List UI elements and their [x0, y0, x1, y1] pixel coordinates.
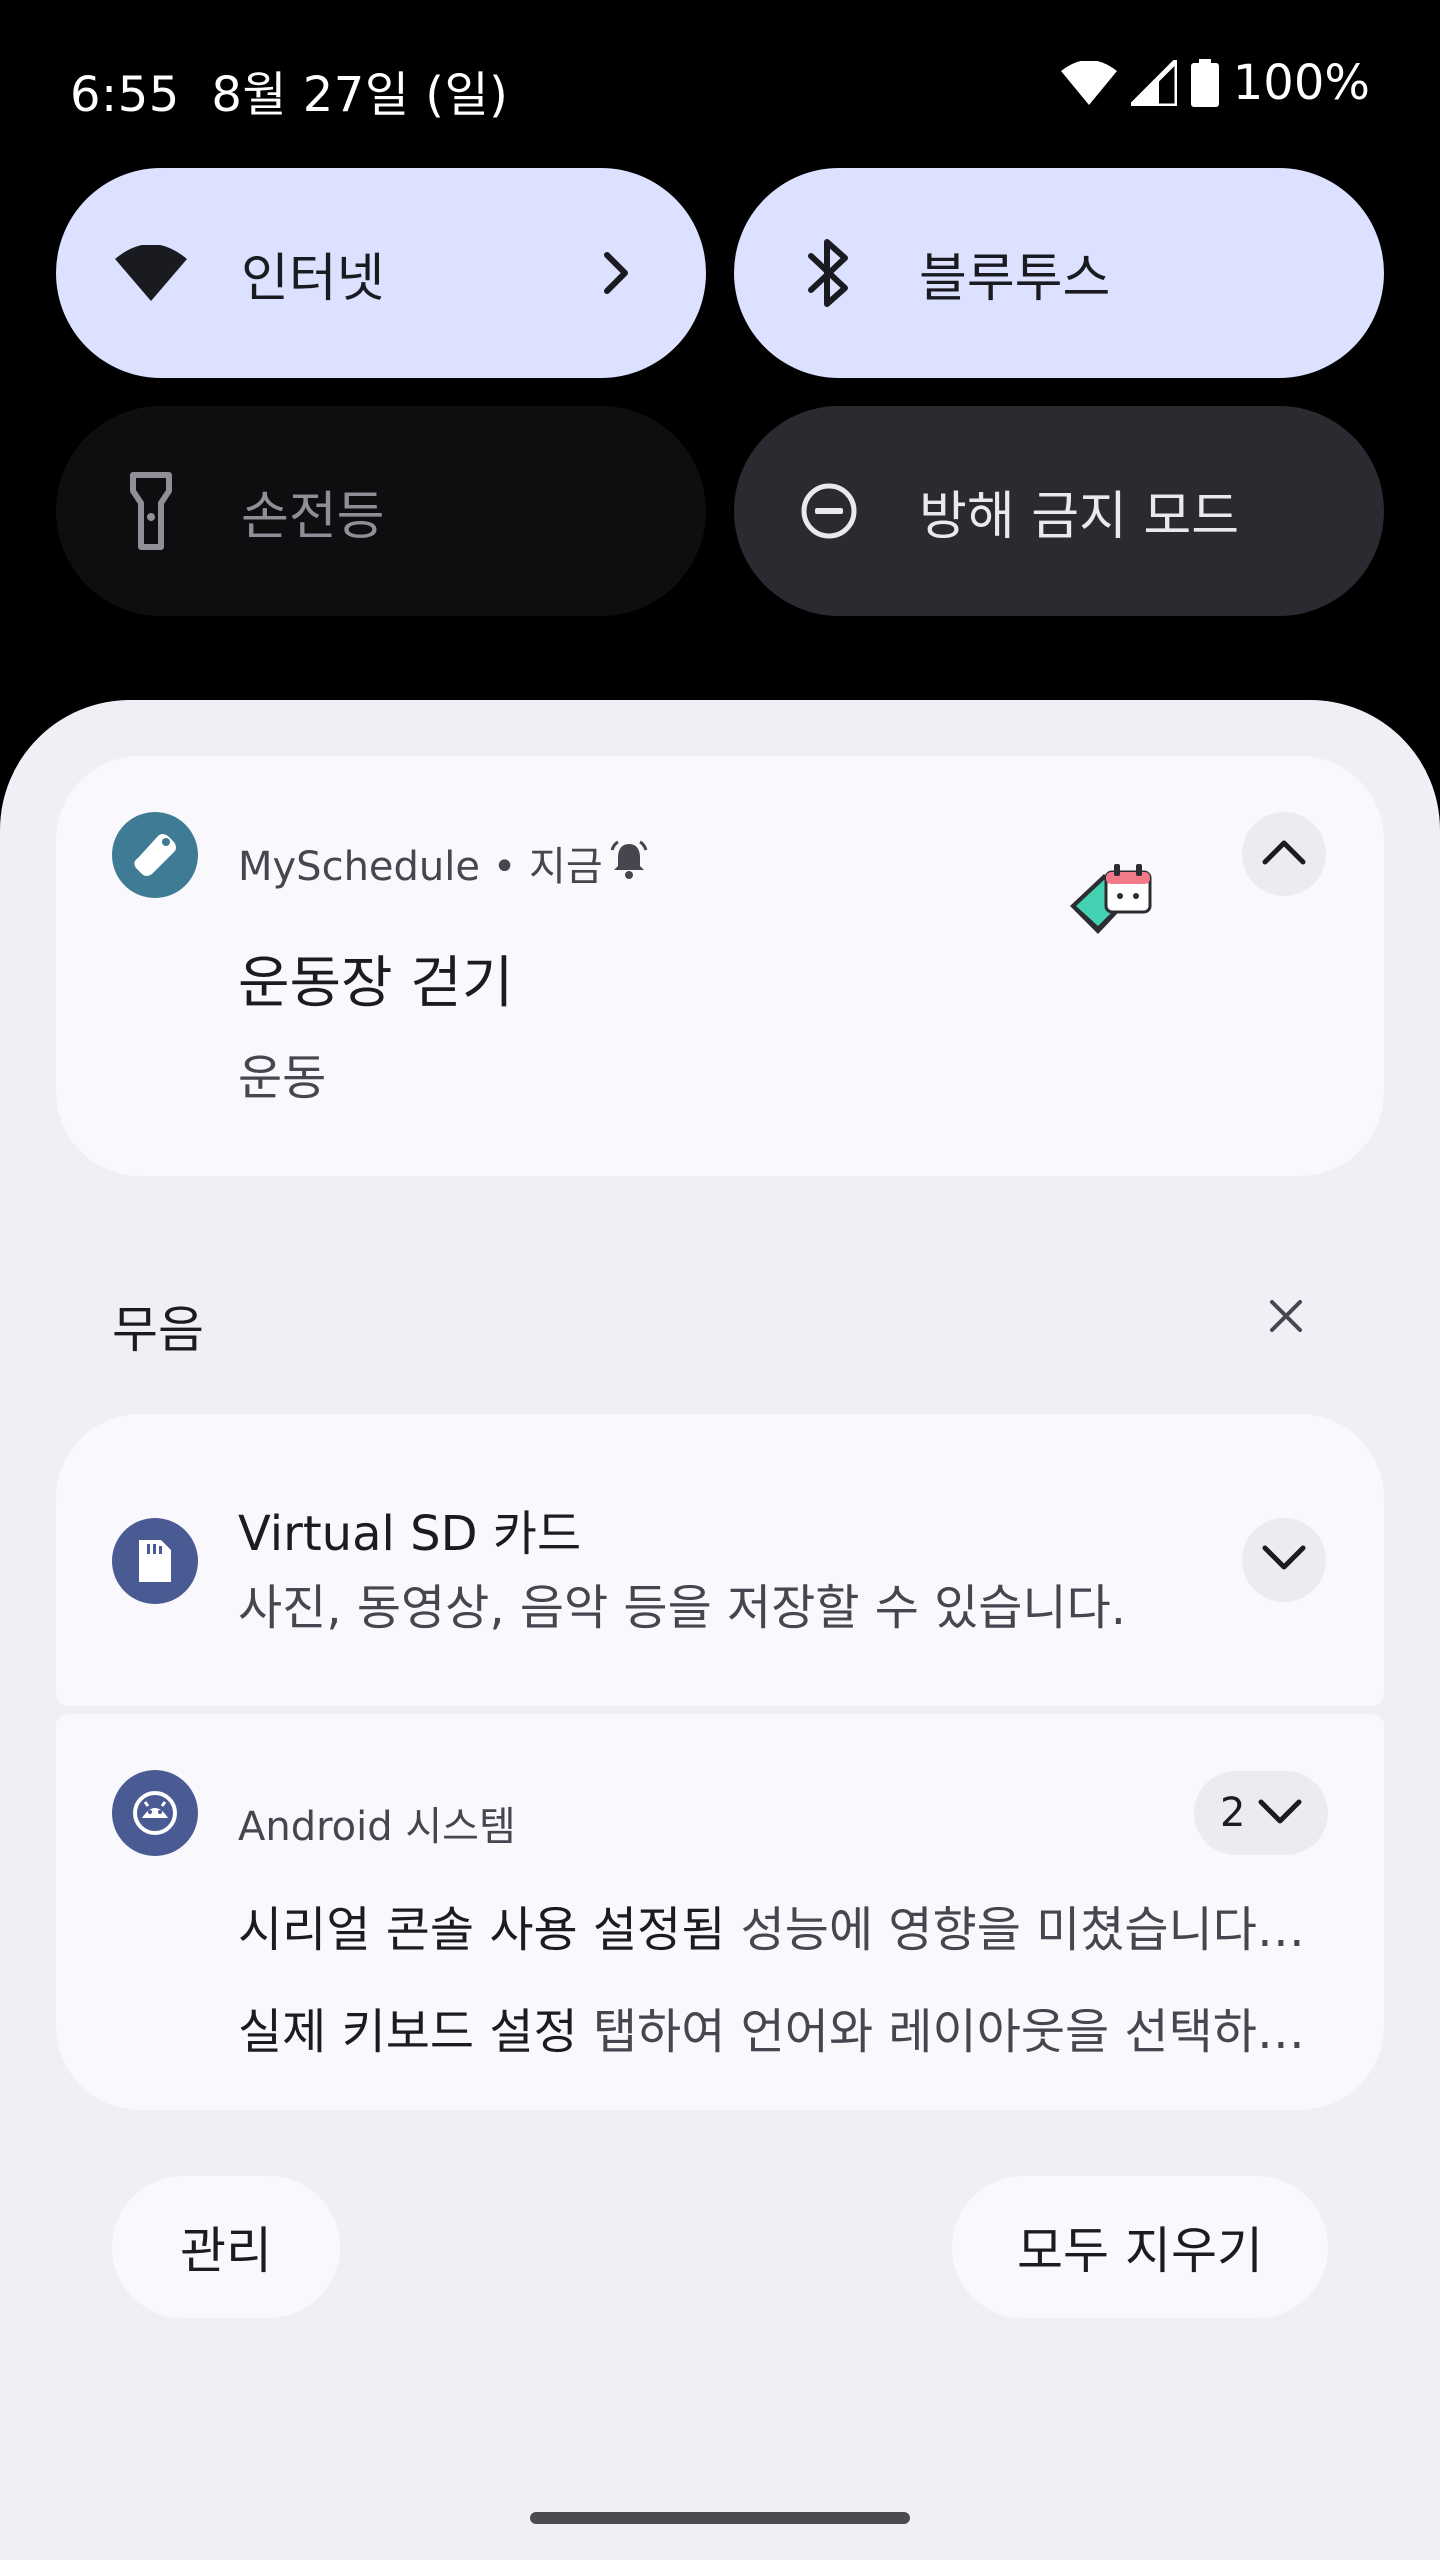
android-system-icon — [112, 1770, 198, 1856]
tile-flashlight[interactable]: 손전등 — [56, 406, 706, 616]
line-title: 시리얼 콘솔 사용 설정됨 — [238, 1902, 726, 1958]
app-name: MySchedule — [238, 844, 480, 890]
clear-all-button[interactable]: 모두 지우기 — [952, 2176, 1328, 2318]
separator: • — [492, 844, 517, 890]
tile-bluetooth[interactable]: 블루투스 — [734, 168, 1384, 378]
calendar-character-image — [1064, 856, 1160, 952]
chevron-down-icon — [1257, 1790, 1303, 1836]
signal-icon — [1130, 60, 1177, 106]
alarm-bell-icon — [608, 838, 650, 880]
notification-title: Virtual SD 카드 — [238, 1506, 582, 1562]
notification-header: MySchedule • 지금 — [238, 834, 603, 892]
tile-do-not-disturb-label: 방해 금지 모드 — [919, 486, 1240, 547]
notification-myschedule[interactable]: MySchedule • 지금 운동장 걷기 운동 — [56, 756, 1384, 1176]
myschedule-app-icon — [112, 812, 198, 898]
manage-button-label: 관리 — [180, 2222, 272, 2280]
tile-internet-label: 인터넷 — [241, 248, 385, 309]
notification-time: 지금 — [529, 844, 603, 890]
status-icons: 100% — [1060, 55, 1370, 111]
clear-silent-button[interactable] — [1258, 1290, 1314, 1346]
chevron-up-icon — [1261, 838, 1307, 870]
line-title: 실제 키보드 설정 — [238, 2004, 578, 2060]
silent-section-label: 무음 — [112, 1301, 204, 1359]
sd-card-icon — [112, 1518, 198, 1604]
tile-bluetooth-label: 블루투스 — [919, 248, 1111, 309]
notification-sd-card[interactable]: Virtual SD 카드 사진, 동영상, 음악 등을 저장할 수 있습니다. — [56, 1414, 1384, 1706]
battery-icon — [1190, 59, 1219, 107]
notification-count: 2 — [1220, 1790, 1246, 1836]
battery-percentage: 100% — [1232, 55, 1370, 111]
navigation-handle[interactable] — [530, 2512, 910, 2524]
close-icon — [1268, 1298, 1304, 1338]
flashlight-icon — [111, 471, 191, 551]
notification-line-keyboard[interactable]: 실제 키보드 설정 탭하여 언어와 레이아웃을 선택하세요. — [238, 1992, 1308, 2062]
status-bar: 6:55 8월 27일 (일) 100% — [0, 0, 1440, 170]
notification-title: 운동장 걷기 — [238, 951, 514, 1016]
bluetooth-icon — [789, 233, 869, 313]
clock: 6:55 — [70, 67, 180, 123]
expand-group-button[interactable]: 2 — [1194, 1771, 1328, 1855]
manage-button[interactable]: 관리 — [112, 2176, 340, 2318]
wifi-icon — [111, 233, 191, 313]
notification-line-serial-console[interactable]: 시리얼 콘솔 사용 설정됨 성능에 영향을 미쳤습니다. 부트로더를 확인하세요… — [238, 1890, 1308, 1960]
line-text: 탭하여 언어와 레이아웃을 선택하세요. — [577, 2004, 1308, 2060]
notification-text: 사진, 동영상, 음악 등을 저장할 수 있습니다. — [238, 1580, 1127, 1636]
expand-button[interactable] — [1242, 1518, 1326, 1602]
app-name: Android 시스템 — [238, 1804, 516, 1850]
clear-all-button-label: 모두 지우기 — [1017, 2222, 1263, 2280]
chevron-down-icon — [1261, 1544, 1307, 1576]
date: 8월 27일 (일) — [211, 67, 509, 123]
collapse-button[interactable] — [1242, 812, 1326, 896]
do-not-disturb-icon — [789, 471, 869, 551]
tile-do-not-disturb[interactable]: 방해 금지 모드 — [734, 406, 1384, 616]
tile-internet[interactable]: 인터넷 — [56, 168, 706, 378]
tile-flashlight-label: 손전등 — [241, 486, 385, 547]
chevron-right-icon[interactable] — [581, 238, 651, 308]
notification-text: 운동 — [238, 1050, 327, 1106]
line-text: 성능에 영향을 미쳤습니다. 부트로더를 확인하세요. — [740, 1902, 1308, 1958]
status-time-date: 6:55 8월 27일 (일) — [70, 55, 508, 125]
wifi-icon — [1060, 61, 1117, 105]
